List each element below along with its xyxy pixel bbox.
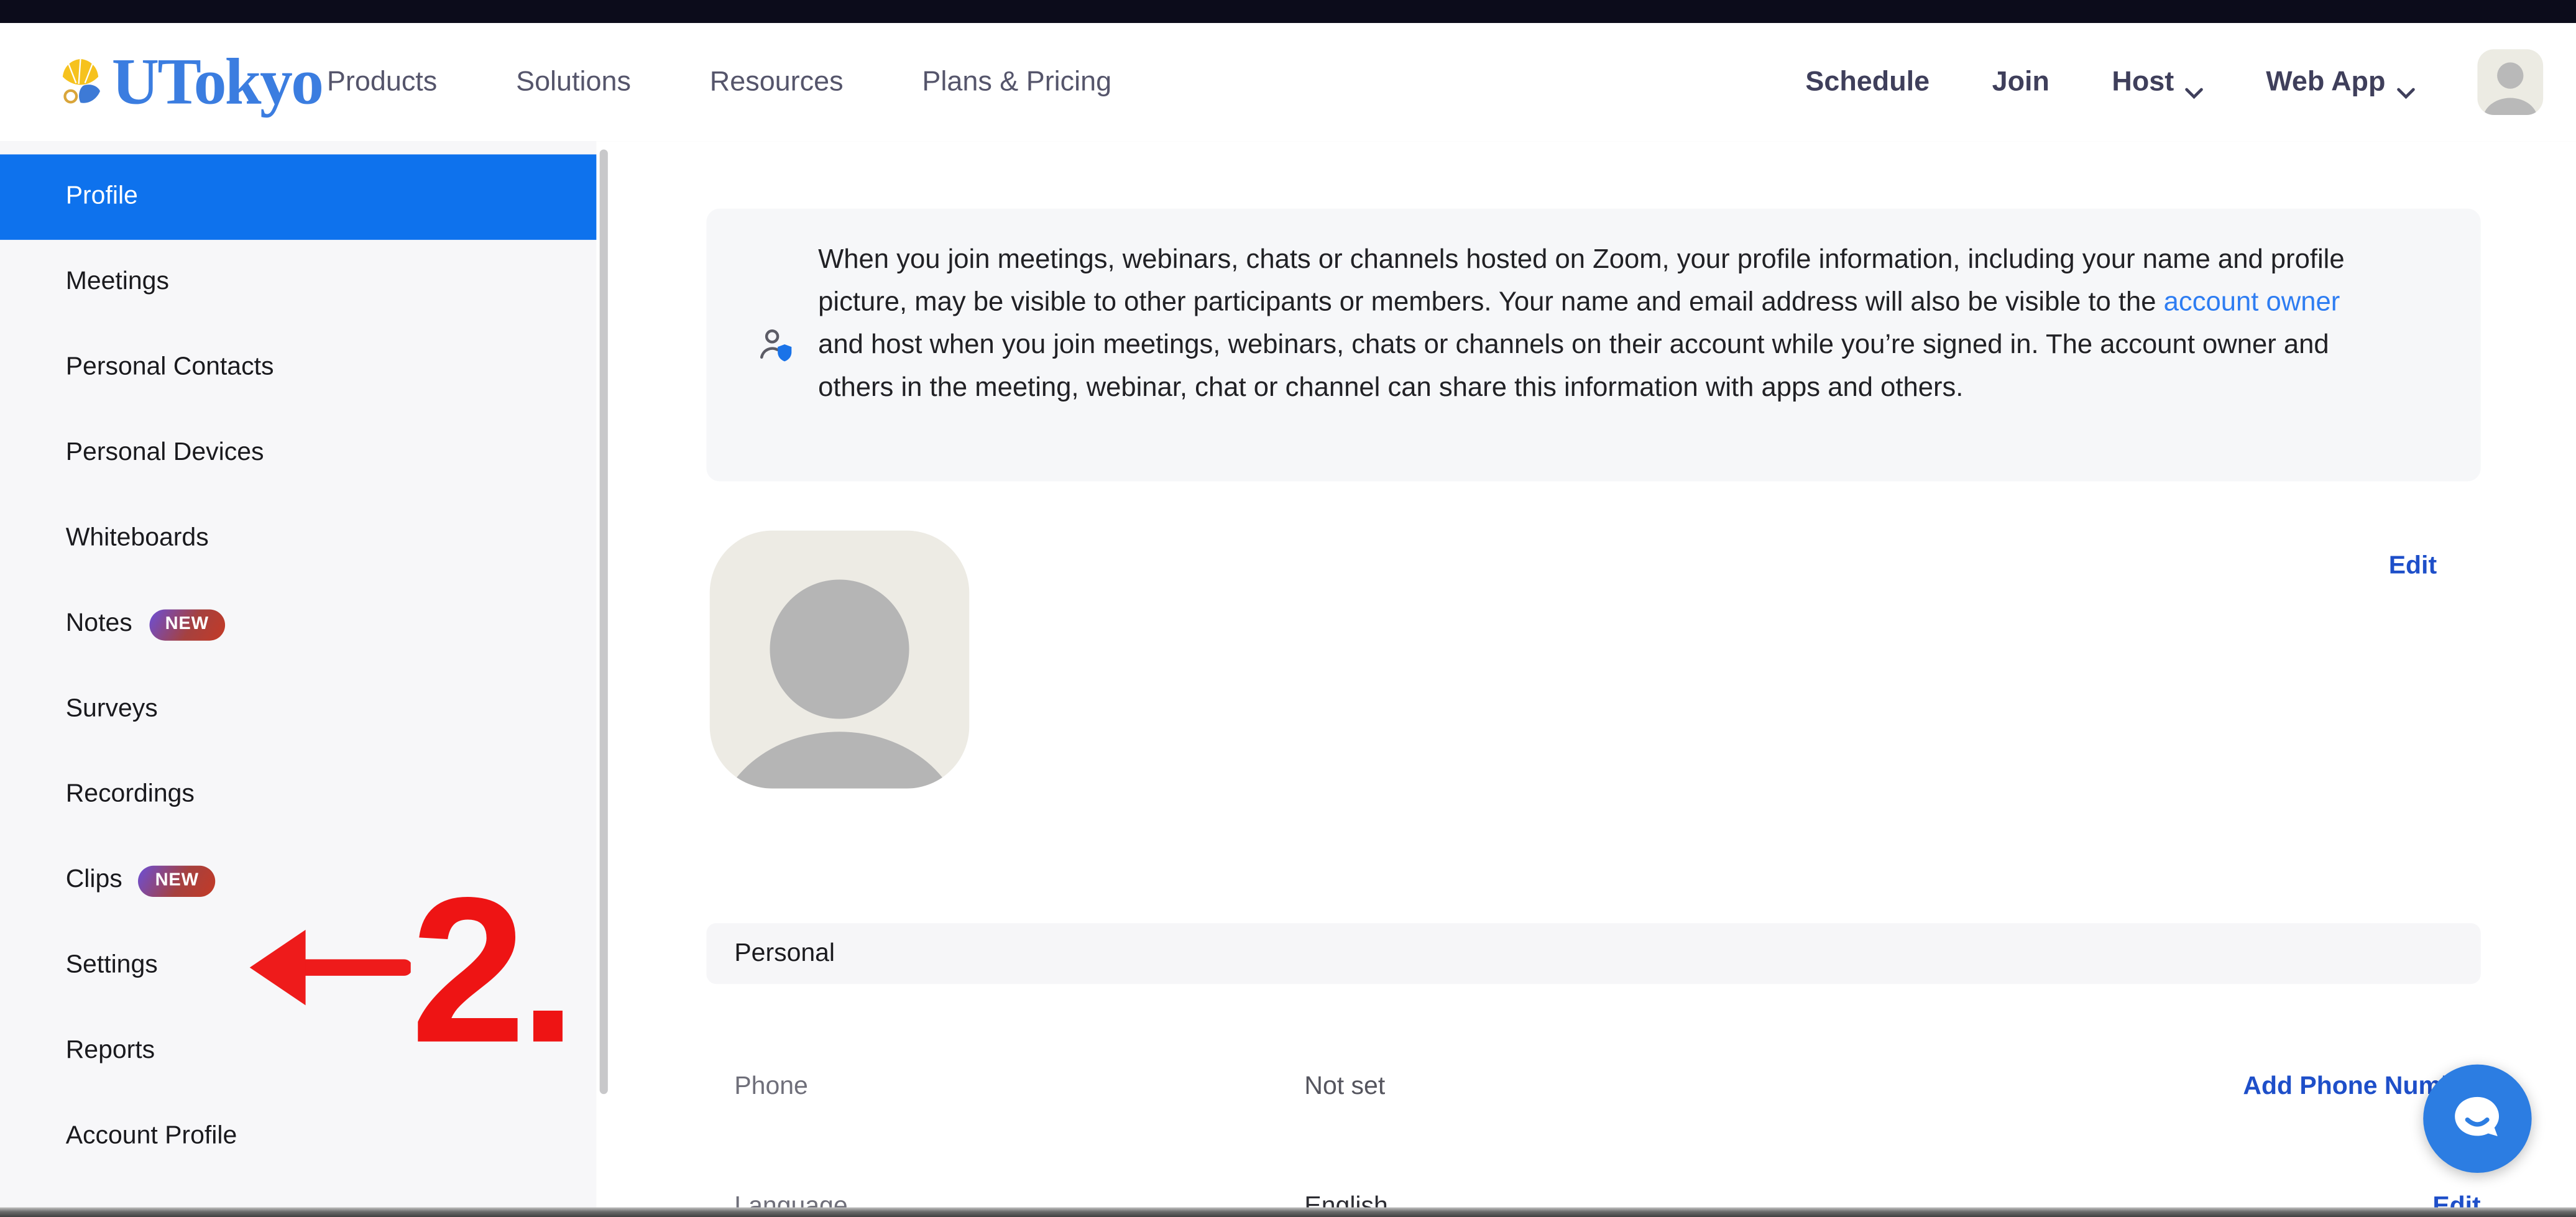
nav-web-app[interactable]: Web App — [2266, 66, 2415, 99]
language-action-cell: Edit — [2169, 1193, 2481, 1208]
new-badge: NEW — [139, 865, 215, 896]
sidebar-item-profile[interactable]: Profile — [0, 154, 610, 239]
sidebar-item-personal-contacts[interactable]: Personal Contacts — [0, 325, 610, 410]
personal-section-header: Personal — [706, 923, 2480, 984]
site-header: UTokyo Products Solutions Resources Plan… — [0, 23, 2576, 143]
chevron-down-icon — [2186, 76, 2204, 89]
phone-label: Phone — [734, 1073, 807, 1103]
sidebar-item-surveys[interactable]: Surveys — [0, 667, 610, 752]
sidebar-scrollbar-thumb[interactable] — [599, 150, 607, 1095]
nav-join[interactable]: Join — [1992, 66, 2049, 99]
sidebar-item-label: Surveys — [66, 695, 158, 725]
sidebar-scrollbar-track — [596, 141, 609, 1207]
language-label: Language — [734, 1193, 847, 1208]
notice-text-after: and host when you join meetings, webinar… — [818, 330, 2329, 402]
chevron-down-icon — [2397, 76, 2415, 89]
person-shield-icon — [756, 325, 795, 364]
sidebar-item-label: Recordings — [66, 780, 195, 810]
chat-bubble-icon — [2446, 1088, 2508, 1150]
nav-web-app-label: Web App — [2266, 66, 2385, 99]
nav-products[interactable]: Products — [327, 66, 437, 99]
chat-support-button[interactable] — [2423, 1065, 2531, 1173]
sidebar-item-account-profile[interactable]: Account Profile — [0, 1094, 610, 1179]
sidebar-item-meetings[interactable]: Meetings — [0, 240, 610, 325]
logo-text: UTokyo — [112, 49, 323, 115]
phone-value: Not set — [1304, 1073, 1385, 1103]
nav-resources[interactable]: Resources — [710, 66, 844, 99]
sidebar-item-label: Settings — [66, 951, 158, 981]
account-owner-link[interactable]: account owner — [2164, 287, 2340, 317]
nav-host-label: Host — [2112, 66, 2174, 99]
top-dark-strip — [0, 0, 2576, 23]
sidebar-item-label: Meetings — [66, 268, 169, 298]
privacy-notice-text: When you join meetings, webinars, chats … — [818, 238, 2369, 409]
sidebar-item-label: Whiteboards — [66, 524, 209, 554]
sidebar-item-label: Personal Contacts — [66, 353, 274, 383]
language-value: English — [1304, 1193, 1387, 1208]
new-badge: NEW — [149, 608, 225, 640]
notice-text-before: When you join meetings, webinars, chats … — [818, 245, 2344, 317]
profile-picture-placeholder[interactable] — [710, 531, 970, 789]
nav-solutions[interactable]: Solutions — [516, 66, 631, 99]
utokyo-logo[interactable]: UTokyo — [59, 46, 322, 118]
sidebar-item-notes[interactable]: Notes NEW — [0, 582, 610, 667]
profile-main-content: When you join meetings, webinars, chats … — [610, 141, 2576, 1207]
edit-language-button[interactable]: Edit — [2432, 1193, 2480, 1208]
bottom-dark-strip — [0, 1208, 2576, 1217]
privacy-notice-box: When you join meetings, webinars, chats … — [706, 209, 2480, 482]
primary-nav: Products Solutions Resources Plans & Pri… — [327, 23, 1111, 141]
sidebar-item-label: Clips — [66, 866, 122, 896]
sidebar-item-label: Profile — [66, 182, 138, 212]
nav-schedule[interactable]: Schedule — [1805, 66, 1930, 99]
sidebar-item-personal-devices[interactable]: Personal Devices — [0, 411, 610, 496]
section-title: Personal — [734, 939, 835, 968]
sidebar-item-recordings[interactable]: Recordings — [0, 752, 610, 837]
red-annotation-arrow-icon — [243, 913, 411, 1021]
sidebar-item-label: Notes — [66, 610, 132, 640]
nav-plans-pricing[interactable]: Plans & Pricing — [922, 66, 1111, 99]
user-avatar[interactable] — [2477, 49, 2543, 115]
sidebar-item-whiteboards[interactable]: Whiteboards — [0, 496, 610, 581]
sidebar-item-label: Personal Devices — [66, 439, 264, 469]
nav-host[interactable]: Host — [2112, 66, 2203, 99]
zoom-web-portal-page: UTokyo Products Solutions Resources Plan… — [0, 0, 2576, 1217]
annotation-step-number: 2. — [411, 867, 571, 1074]
sidebar-item-label: Account Profile — [66, 1122, 237, 1152]
edit-profile-button[interactable]: Edit — [2389, 552, 2437, 582]
account-nav: Schedule Join Host Web App — [1805, 23, 2543, 141]
sidebar-item-label: Reports — [66, 1037, 155, 1067]
ginkgo-leaf-icon — [59, 58, 102, 107]
